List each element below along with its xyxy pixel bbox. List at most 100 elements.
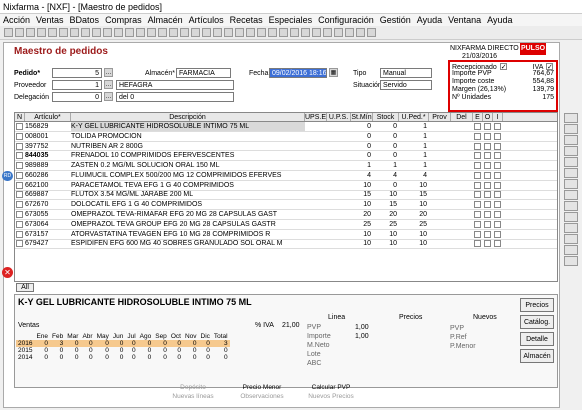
- row-checkbox-cell[interactable]: [15, 142, 25, 151]
- flag-cell[interactable]: [483, 171, 493, 180]
- flag-checkbox[interactable]: [494, 211, 501, 219]
- side-tool-icon[interactable]: [564, 234, 578, 244]
- flag-cell[interactable]: [473, 220, 483, 229]
- toolbar-icon[interactable]: [356, 28, 365, 37]
- flag-checkbox[interactable]: [494, 171, 501, 179]
- flag-cell[interactable]: [473, 132, 483, 141]
- table-row[interactable]: 660286 FLUIMUCIL COMPLEX 500/200 MG 12 CO…: [15, 171, 557, 181]
- table-row[interactable]: 844035 FRENADOL 10 COMPRIMIDOS EFERVESCEN…: [15, 151, 557, 162]
- menu-item[interactable]: Ayuda: [417, 15, 442, 25]
- delete-row-icon[interactable]: ✕: [2, 267, 13, 278]
- flag-checkbox[interactable]: [484, 132, 491, 140]
- row-checkbox-cell[interactable]: [15, 161, 25, 170]
- table-row[interactable]: 673157 ATORVASTATINA TEVAGEN EFG 10 MG 28…: [15, 230, 557, 240]
- flag-checkbox[interactable]: [474, 171, 481, 179]
- flag-cell[interactable]: [473, 181, 483, 190]
- menu-item[interactable]: BDatos: [70, 15, 100, 25]
- flag-checkbox[interactable]: [494, 122, 501, 130]
- flag-cell[interactable]: [493, 171, 503, 180]
- flag-checkbox[interactable]: [494, 220, 501, 228]
- menu-item[interactable]: Almacén: [148, 15, 183, 25]
- flag-cell[interactable]: [493, 181, 503, 190]
- toolbar-icon[interactable]: [26, 28, 35, 37]
- flag-checkbox[interactable]: [474, 211, 481, 219]
- flag-cell[interactable]: [483, 122, 493, 131]
- flag-cell[interactable]: [473, 190, 483, 199]
- flag-cell[interactable]: [483, 220, 493, 229]
- flag-cell[interactable]: [483, 142, 493, 151]
- toolbar-icon[interactable]: [103, 28, 112, 37]
- row-checkbox[interactable]: [16, 211, 23, 219]
- lookup-icon[interactable]: …: [104, 92, 113, 101]
- flag-cell[interactable]: [483, 239, 493, 248]
- lookup-icon[interactable]: …: [104, 80, 113, 89]
- flag-checkbox[interactable]: [494, 142, 501, 150]
- menu-item[interactable]: Artículos: [189, 15, 224, 25]
- row-checkbox[interactable]: [16, 132, 23, 140]
- tipo-field[interactable]: Manual: [380, 68, 432, 78]
- table-row[interactable]: 008001 TOLIDA PROMOCION 0 0 1: [15, 132, 557, 142]
- row-checkbox-cell[interactable]: [15, 239, 25, 248]
- flag-cell[interactable]: [493, 200, 503, 209]
- flag-cell[interactable]: [493, 210, 503, 219]
- flag-cell[interactable]: [483, 210, 493, 219]
- row-checkbox[interactable]: [16, 240, 23, 248]
- toolbar-icon[interactable]: [290, 28, 299, 37]
- flag-cell[interactable]: [493, 239, 503, 248]
- flag-checkbox[interactable]: [494, 162, 501, 170]
- toolbar-icon[interactable]: [147, 28, 156, 37]
- menu-item[interactable]: Acción: [3, 15, 30, 25]
- flag-cell[interactable]: [493, 151, 503, 160]
- toolbar-icon[interactable]: [136, 28, 145, 37]
- side-button[interactable]: Precios: [520, 298, 554, 312]
- flag-cell[interactable]: [483, 200, 493, 209]
- toolbar-icon[interactable]: [279, 28, 288, 37]
- toolbar-icon[interactable]: [125, 28, 134, 37]
- flag-cell[interactable]: [473, 230, 483, 239]
- toolbar-icon[interactable]: [59, 28, 68, 37]
- row-checkbox[interactable]: [16, 191, 23, 199]
- flag-checkbox[interactable]: [484, 240, 491, 248]
- row-checkbox[interactable]: [16, 220, 23, 228]
- menu-item[interactable]: Compras: [105, 15, 142, 25]
- toolbar-icon[interactable]: [180, 28, 189, 37]
- toolbar-icon[interactable]: [202, 28, 211, 37]
- bottom-button[interactable]: Precio Menor: [229, 383, 295, 392]
- table-row[interactable]: 156829 K-Y GEL LUBRICANTE HIDROSOLUBLE IN…: [15, 121, 557, 132]
- row-checkbox-cell[interactable]: [15, 220, 25, 229]
- menu-item[interactable]: Ayuda: [487, 15, 512, 25]
- flag-cell[interactable]: [493, 220, 503, 229]
- row-checkbox-cell[interactable]: [15, 190, 25, 199]
- flag-checkbox[interactable]: [474, 132, 481, 140]
- toolbar-icon[interactable]: [92, 28, 101, 37]
- side-tool-icon[interactable]: [564, 256, 578, 266]
- toolbar-icon[interactable]: [246, 28, 255, 37]
- row-checkbox[interactable]: [16, 152, 23, 160]
- row-checkbox-cell[interactable]: [15, 181, 25, 190]
- menu-item[interactable]: Recetas: [230, 15, 263, 25]
- flag-checkbox[interactable]: [484, 162, 491, 170]
- bottom-button[interactable]: Observaciones: [229, 392, 295, 401]
- flag-cell[interactable]: [483, 190, 493, 199]
- row-checkbox[interactable]: [16, 181, 23, 189]
- iva-checkbox[interactable]: ✓: [546, 63, 553, 71]
- flag-checkbox[interactable]: [484, 220, 491, 228]
- table-row[interactable]: 673064 OMEPRAZOL TEVA GROUP EFG 20 MG 28 …: [15, 220, 557, 230]
- side-tool-icon[interactable]: [564, 179, 578, 189]
- all-button[interactable]: All: [16, 283, 34, 292]
- proveedor-field[interactable]: 1: [52, 80, 102, 90]
- flag-checkbox[interactable]: [494, 181, 501, 189]
- flag-cell[interactable]: [483, 151, 493, 160]
- toolbar-icon[interactable]: [367, 28, 376, 37]
- lookup-icon[interactable]: …: [104, 68, 113, 77]
- flag-checkbox[interactable]: [484, 211, 491, 219]
- toolbar-icon[interactable]: [4, 28, 13, 37]
- toolbar-icon[interactable]: [158, 28, 167, 37]
- row-checkbox-cell[interactable]: [15, 151, 25, 160]
- toolbar-icon[interactable]: [345, 28, 354, 37]
- flag-cell[interactable]: [483, 161, 493, 170]
- bottom-button[interactable]: Nuevas líneas: [160, 392, 226, 401]
- flag-checkbox[interactable]: [494, 132, 501, 140]
- toolbar-icon[interactable]: [312, 28, 321, 37]
- flag-cell[interactable]: [493, 122, 503, 131]
